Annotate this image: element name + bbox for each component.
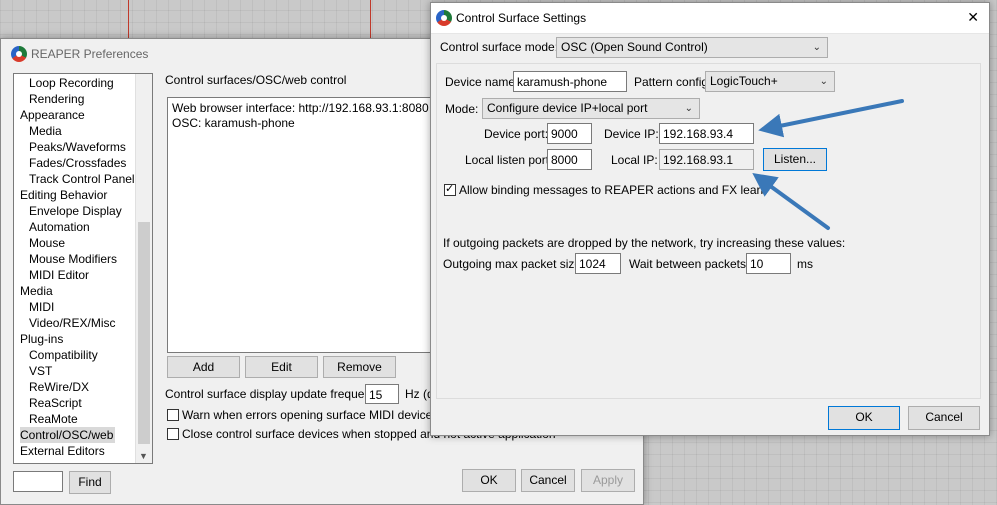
annotation-arrows [752, 99, 904, 230]
arrow-to-device-ip [758, 99, 904, 138]
arrow-to-local-ip [752, 172, 830, 230]
